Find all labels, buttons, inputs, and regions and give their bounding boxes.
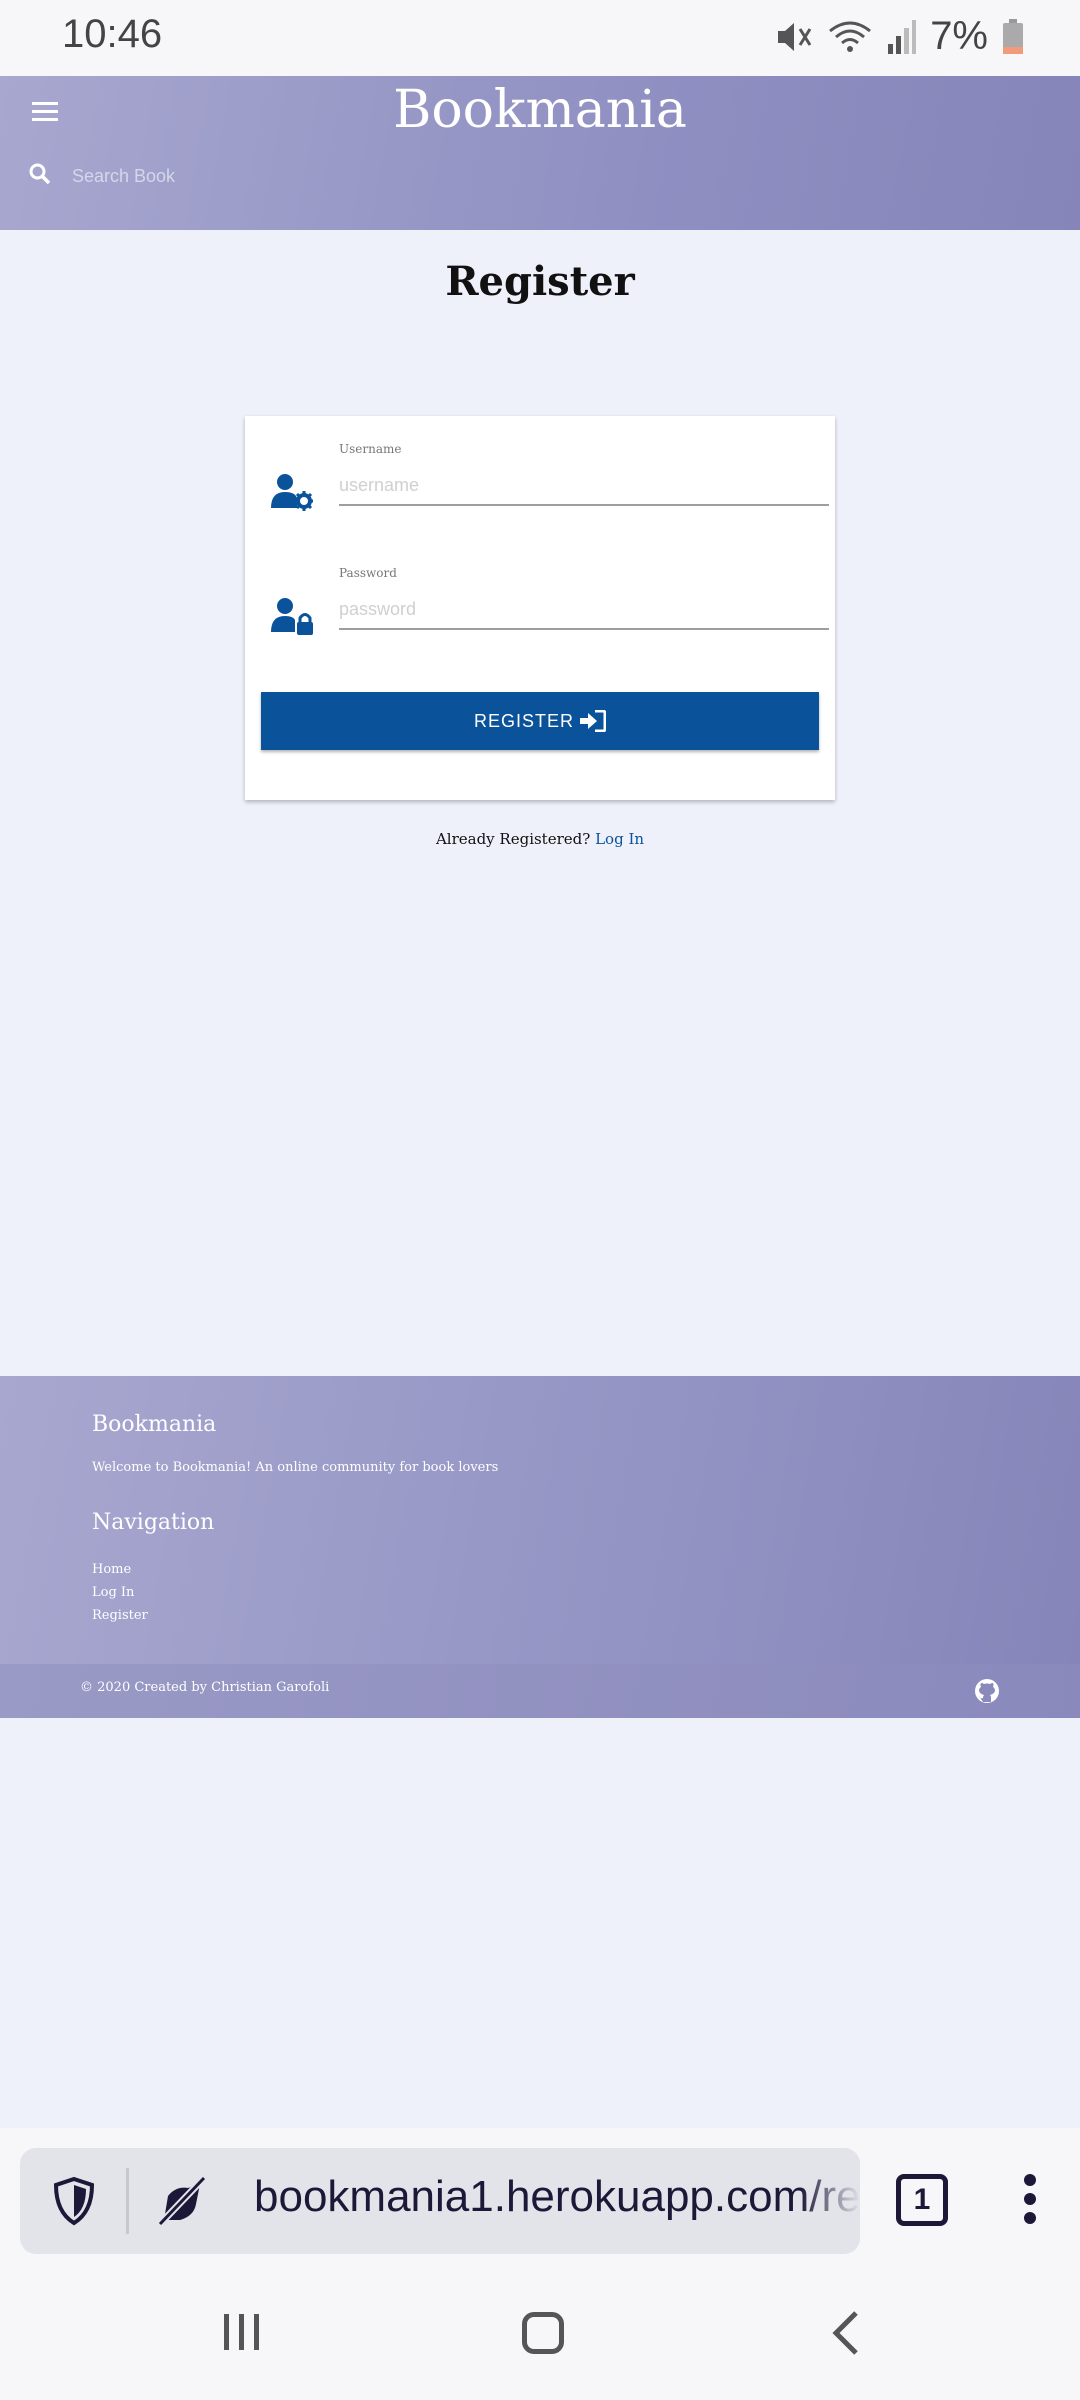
footer-link-login[interactable]: Log In [92, 1581, 148, 1604]
user-cog-icon [271, 474, 313, 511]
search-icon [29, 163, 51, 185]
tracker-blocked-icon[interactable] [156, 2174, 208, 2228]
back-icon[interactable] [830, 2310, 860, 2356]
address-bar[interactable]: bookmania1.herokuapp.com/re [20, 2148, 860, 2254]
recents-icon[interactable] [222, 2312, 262, 2352]
footer-nav-title: Navigation [92, 1510, 215, 1535]
site-header: Bookmania [0, 76, 1080, 230]
url-fade [800, 2148, 860, 2254]
username-label: Username [339, 442, 402, 456]
page-title: Register [445, 258, 635, 305]
tabs-button[interactable]: 1 [896, 2174, 948, 2226]
password-field-group: Password [269, 566, 829, 646]
register-button[interactable]: REGISTER [261, 692, 819, 750]
site-footer: Bookmania Welcome to Bookmania! An onlin… [0, 1376, 1080, 1664]
already-registered-line: Already Registered? Log In [0, 830, 1080, 848]
sign-in-icon [580, 710, 606, 732]
mute-icon [778, 22, 812, 51]
status-time: 10:46 [62, 12, 163, 56]
footer-brand: Bookmania [92, 1412, 217, 1437]
footer-link-home[interactable]: Home [92, 1558, 148, 1581]
signal-icon [888, 19, 917, 54]
username-input[interactable] [339, 466, 829, 506]
battery-icon [1003, 18, 1023, 54]
footer-link-register[interactable]: Register [92, 1604, 148, 1627]
username-field-group: Username [269, 442, 829, 522]
search-input[interactable] [72, 160, 572, 192]
already-registered-text: Already Registered? [435, 830, 591, 848]
footer-welcome-text: Welcome to Bookmania! An online communit… [92, 1460, 499, 1475]
status-bar: 10:46 7% [0, 0, 1080, 76]
wifi-icon [829, 21, 872, 52]
home-icon[interactable] [522, 2312, 564, 2354]
status-icons: 7% [774, 14, 1024, 59]
register-button-label: REGISTER [473, 710, 574, 731]
login-link[interactable]: Log In [595, 830, 644, 848]
password-label: Password [339, 566, 397, 580]
footer-nav-links: Home Log In Register [92, 1558, 148, 1627]
system-nav-bar [0, 2272, 1080, 2400]
brand-title[interactable]: Bookmania [0, 80, 1080, 140]
register-form-card: Username Password REGISTER [245, 416, 835, 800]
copyright-bar: © 2020 Created by Christian Garofoli [0, 1664, 1080, 1718]
user-lock-icon [271, 598, 313, 635]
more-menu-icon[interactable] [1024, 2174, 1040, 2230]
battery-percentage: 7% [930, 14, 988, 58]
shield-icon[interactable] [52, 2176, 96, 2226]
url-divider [126, 2168, 129, 2234]
password-input[interactable] [339, 590, 829, 630]
github-icon[interactable] [974, 1678, 1000, 1704]
browser-toolbar: bookmania1.herokuapp.com/re 1 [0, 2128, 1080, 2272]
copyright-text: © 2020 Created by Christian Garofoli [80, 1680, 330, 1695]
url-text[interactable]: bookmania1.herokuapp.com/re [254, 2172, 860, 2222]
